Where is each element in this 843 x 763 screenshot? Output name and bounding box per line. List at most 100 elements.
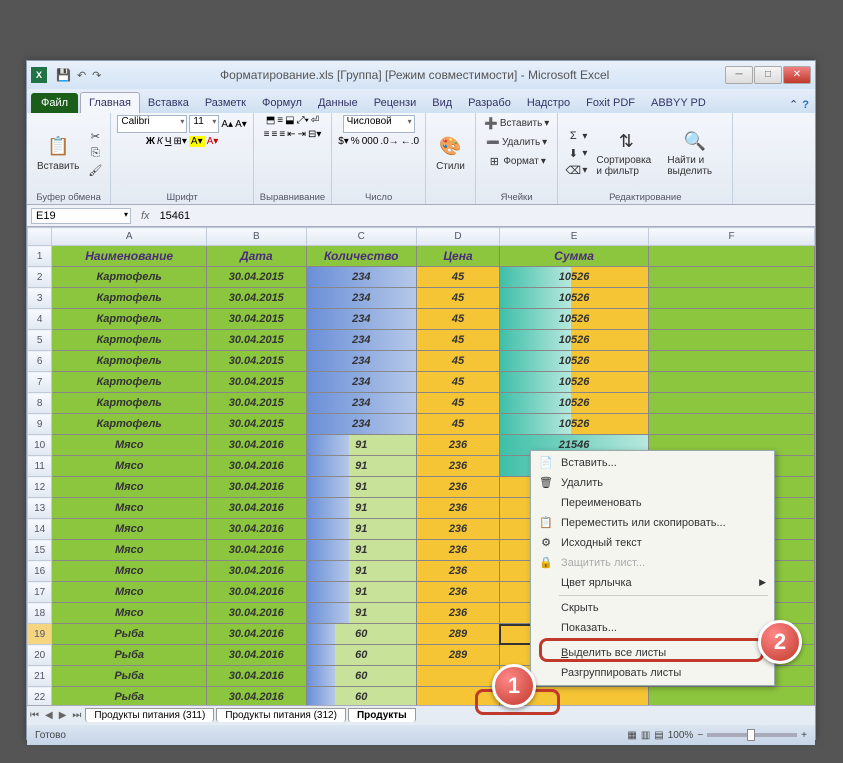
cell[interactable]: 45 [417,351,500,372]
cell[interactable]: 30.04.2015 [207,330,306,351]
cell[interactable]: 30.04.2016 [207,687,306,706]
maximize-button[interactable]: □ [754,66,782,84]
zoom-slider[interactable] [707,733,797,737]
cell[interactable]: 10526 [499,267,648,288]
cell[interactable] [649,246,815,267]
indent-inc-icon[interactable]: ⇥ [298,129,306,140]
cell[interactable]: 236 [417,603,500,624]
cell[interactable]: 234 [306,309,417,330]
tab-file[interactable]: Файл [31,93,78,113]
formula-value[interactable]: 15461 [156,210,815,222]
cell[interactable]: 30.04.2015 [207,267,306,288]
sort-filter-button[interactable]: ⇅ Сортировка и фильтр [592,127,660,179]
col-header-b[interactable]: B [207,228,306,246]
format-painter-button[interactable]: 🖌 [86,162,104,178]
row-header[interactable]: 7 [28,372,52,393]
cell[interactable]: 45 [417,288,500,309]
cell[interactable]: 30.04.2016 [207,456,306,477]
cell[interactable]: 30.04.2016 [207,603,306,624]
align-bot-icon[interactable]: ⬓ [285,115,294,126]
cell[interactable]: 30.04.2016 [207,582,306,603]
cell[interactable] [649,288,815,309]
col-header-e[interactable]: E [499,228,648,246]
cell[interactable]: 234 [306,414,417,435]
inc-decimal-icon[interactable]: .0→ [380,136,398,147]
cell[interactable]: 30.04.2015 [207,309,306,330]
cell[interactable]: 236 [417,519,500,540]
align-mid-icon[interactable]: ≡ [277,115,283,126]
ribbon-minimize-icon[interactable]: ⌃ [789,98,798,111]
cell[interactable]: 91 [306,603,417,624]
ctx-tabcolor[interactable]: Цвет ярлычка▶ [533,573,772,593]
cell[interactable]: Мясо [52,540,207,561]
tab-formulas[interactable]: Формул [254,93,310,113]
align-center-icon[interactable]: ≡ [271,129,277,140]
col-header-a[interactable]: A [52,228,207,246]
shrink-font-icon[interactable]: A▾ [235,119,247,130]
sheet-nav-last-icon[interactable]: ⏭ [69,710,84,721]
cell[interactable]: 30.04.2016 [207,540,306,561]
border-button[interactable]: ⊞▾ [174,136,187,147]
comma-icon[interactable]: 000 [362,136,379,147]
cell[interactable]: 289 [417,645,500,666]
cell[interactable]: Рыба [52,624,207,645]
row-header[interactable]: 15 [28,540,52,561]
ctx-insert[interactable]: 📄Вставить... [533,453,772,473]
cell[interactable] [649,372,815,393]
fill-color-button[interactable]: A▾ [189,136,205,147]
tab-developer[interactable]: Разрабо [460,93,519,113]
cell[interactable]: Мясо [52,561,207,582]
cell[interactable]: 30.04.2015 [207,414,306,435]
ctx-rename[interactable]: Переименовать [533,493,772,513]
cell[interactable]: 30.04.2016 [207,435,306,456]
minimize-button[interactable]: ─ [725,66,753,84]
grow-font-icon[interactable]: A▴ [221,119,233,130]
font-name-combo[interactable]: Calibri [117,115,187,133]
tab-abbyy[interactable]: ABBYY PD [643,93,714,113]
cell[interactable]: Картофель [52,309,207,330]
tab-layout[interactable]: Разметк [197,93,254,113]
sheet-tab[interactable]: Продукты питания (312) [216,708,346,722]
row-header[interactable]: 11 [28,456,52,477]
cell[interactable]: Рыба [52,645,207,666]
zoom-in-icon[interactable]: + [801,730,807,741]
view-break-icon[interactable]: ▤ [654,730,663,741]
tab-view[interactable]: Вид [424,93,460,113]
cell[interactable]: 236 [417,561,500,582]
cell[interactable] [649,309,815,330]
row-header[interactable]: 14 [28,519,52,540]
tab-insert[interactable]: Вставка [140,93,197,113]
close-button[interactable]: ✕ [783,66,811,84]
insert-cells-button[interactable]: ➕Вставить▾ [482,115,551,131]
cell[interactable] [649,267,815,288]
cell[interactable]: 30.04.2015 [207,393,306,414]
cell[interactable]: Мясо [52,435,207,456]
underline-button[interactable]: Ч [165,136,172,147]
cell[interactable]: 236 [417,582,500,603]
cell[interactable]: 91 [306,498,417,519]
cell[interactable]: 30.04.2016 [207,477,306,498]
cell[interactable]: 30.04.2016 [207,624,306,645]
clear-button[interactable]: ⌫▾ [564,162,589,178]
italic-button[interactable]: К [157,136,163,147]
align-left-icon[interactable]: ≡ [264,129,270,140]
row-header[interactable]: 13 [28,498,52,519]
row-header[interactable]: 20 [28,645,52,666]
tab-review[interactable]: Рецензи [366,93,425,113]
cell[interactable]: 60 [306,645,417,666]
format-cells-button[interactable]: ⊞Формат▾ [485,153,548,169]
cut-button[interactable]: ✂ [86,128,104,144]
row-header[interactable]: 12 [28,477,52,498]
cell[interactable]: 30.04.2016 [207,666,306,687]
orientation-icon[interactable]: ⤢▾ [297,115,309,126]
cell[interactable]: 45 [417,414,500,435]
header-cell[interactable]: Сумма [499,246,648,267]
zoom-out-icon[interactable]: − [697,730,703,741]
row-header[interactable]: 3 [28,288,52,309]
cell[interactable]: Картофель [52,330,207,351]
row-header[interactable]: 5 [28,330,52,351]
cell[interactable]: 30.04.2015 [207,288,306,309]
cell[interactable]: 30.04.2015 [207,372,306,393]
cell[interactable]: 236 [417,498,500,519]
paste-button[interactable]: 📋 Вставить [33,133,83,174]
